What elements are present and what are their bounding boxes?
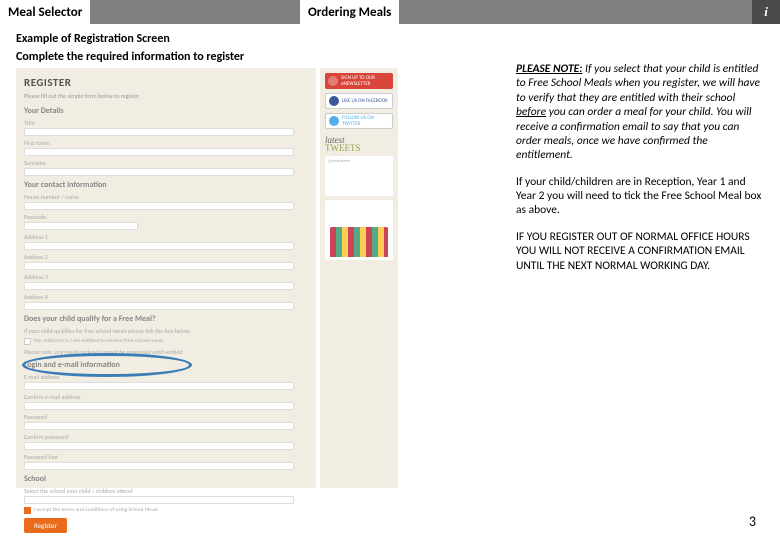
section-contact: Your contact information xyxy=(24,180,308,190)
fsm-checkbox[interactable] xyxy=(24,338,31,345)
form-tagline: Please fill out the simple form below to… xyxy=(24,92,308,100)
label-addr3: Address 3 xyxy=(24,273,308,281)
shelf-icon xyxy=(330,227,388,257)
pass-field[interactable] xyxy=(24,422,294,430)
page-number: 3 xyxy=(749,513,756,530)
subtitle-2: Complete the required information to reg… xyxy=(16,50,496,64)
side-panel: SIGN UP TO OUR eNEWSLETTER LIKE US ON FA… xyxy=(320,68,398,488)
fsm-check-label: My child(ren) is / are entitled to recei… xyxy=(34,338,163,344)
note-lead: PLEASE NOTE: xyxy=(516,62,582,76)
header-info-icon: i xyxy=(752,0,780,24)
label-school: Select the school your child / children … xyxy=(24,487,308,495)
register-button[interactable]: Register xyxy=(24,518,67,533)
tweet-box: @yourcaterer xyxy=(325,156,393,196)
info-icon: i xyxy=(764,4,768,20)
facebook-label: LIKE US ON FACEBOOK xyxy=(342,98,388,104)
email-field[interactable] xyxy=(24,382,294,390)
heart-icon xyxy=(328,76,338,86)
form-title: REGISTER xyxy=(24,76,308,89)
title-select[interactable] xyxy=(24,128,294,136)
newsletter-label: SIGN UP TO OUR eNEWSLETTER xyxy=(341,75,390,87)
firstname-field[interactable] xyxy=(24,148,294,156)
please-note-paragraph: PLEASE NOTE: If you select that your chi… xyxy=(516,62,764,163)
postcode-field[interactable] xyxy=(24,222,138,230)
registration-screenshot: REGISTER Please fill out the simple form… xyxy=(16,68,496,488)
fsm-checkbox-row[interactable]: My child(ren) is / are entitled to recei… xyxy=(24,338,308,345)
addr1-field[interactable] xyxy=(24,242,294,250)
tweets-word: TWEETS xyxy=(325,144,393,152)
terms-row[interactable]: I accept the terms and conditions of usi… xyxy=(24,507,308,514)
addr3-field[interactable] xyxy=(24,282,294,290)
twitter-button[interactable]: FOLLOW US ON TWITTER xyxy=(325,113,393,129)
addr2-field[interactable] xyxy=(24,262,294,270)
content-area: Example of Registration Screen Complete … xyxy=(0,24,780,540)
label-pass: Password xyxy=(24,413,308,421)
office-hours-paragraph: IF YOU REGISTER OUT OF NORMAL OFFICE HOU… xyxy=(516,230,764,273)
label-addr1: Address 1 xyxy=(24,233,308,241)
label-addr2: Address 2 xyxy=(24,253,308,261)
header-mid-label: Ordering Meals xyxy=(300,0,399,24)
addr4-field[interactable] xyxy=(24,302,294,310)
hint-field[interactable] xyxy=(24,462,294,470)
form-panel: REGISTER Please fill out the simple form… xyxy=(16,68,316,488)
label-firstname: First name xyxy=(24,139,308,147)
facebook-icon xyxy=(329,96,339,106)
school-select[interactable] xyxy=(24,496,294,504)
header-left: Meal Selector xyxy=(0,0,300,24)
subtitle-1: Example of Registration Screen xyxy=(16,32,496,46)
label-house: House number / name xyxy=(24,193,308,201)
highlight-oval-annotation xyxy=(22,353,192,377)
house-field[interactable] xyxy=(24,202,294,210)
newsletter-button[interactable]: SIGN UP TO OUR eNEWSLETTER xyxy=(325,73,393,89)
label-title: Title xyxy=(24,119,308,127)
fsm-desc: If your child qualifies for free school … xyxy=(24,327,308,335)
section-school: School xyxy=(24,474,308,484)
cpass-field[interactable] xyxy=(24,442,294,450)
facebook-button[interactable]: LIKE US ON FACEBOOK xyxy=(325,93,393,109)
header-left-label: Meal Selector xyxy=(0,0,90,24)
right-column: PLEASE NOTE: If you select that your chi… xyxy=(516,32,764,540)
label-cpass: Confirm password xyxy=(24,433,308,441)
surname-field[interactable] xyxy=(24,168,294,176)
section-your-details: Your Details xyxy=(24,106,308,116)
note-before: before xyxy=(516,105,546,119)
terms-label: I accept the terms and conditions of usi… xyxy=(34,507,158,513)
label-postcode: Postcode xyxy=(24,213,308,221)
food-illustration xyxy=(325,200,393,260)
note-body-b: you can order a meal for your child. You… xyxy=(516,105,752,162)
header-mid: Ordering Meals xyxy=(300,0,752,24)
label-cemail: Confirm e-mail address xyxy=(24,393,308,401)
label-hint: Password hint xyxy=(24,453,308,461)
twitter-icon xyxy=(329,116,339,126)
latest-tweets-heading: latest TWEETS xyxy=(325,136,393,152)
tweet-handle: @yourcaterer xyxy=(328,159,350,164)
header-bar: Meal Selector Ordering Meals i xyxy=(0,0,780,24)
left-column: Example of Registration Screen Complete … xyxy=(16,32,496,540)
section-fsm: Does your child qualify for a Free Meal? xyxy=(24,314,308,324)
label-addr4: Address 4 xyxy=(24,293,308,301)
cemail-field[interactable] xyxy=(24,402,294,410)
terms-checkbox[interactable] xyxy=(24,507,31,514)
twitter-label: FOLLOW US ON TWITTER xyxy=(342,115,389,127)
reception-paragraph: If your child/children are in Reception,… xyxy=(516,175,764,218)
label-surname: Surname xyxy=(24,159,308,167)
